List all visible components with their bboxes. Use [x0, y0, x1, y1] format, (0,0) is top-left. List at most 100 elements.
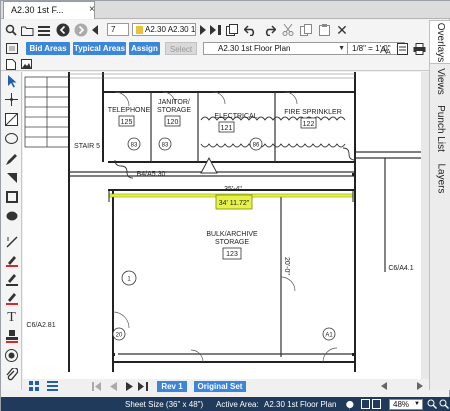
area-tool-icon[interactable]: [5, 42, 19, 55]
side-panel-tabs: Overlays Views Punch List Layers: [429, 20, 450, 390]
dimension-height: 20'-0": [283, 257, 290, 275]
room-name-janitor: JANITOR/: [158, 99, 190, 106]
typical-areas-button[interactable]: Typical Areas: [73, 42, 126, 55]
cut-icon[interactable]: [281, 23, 295, 37]
close-icon[interactable]: ✕: [335, 22, 349, 37]
last-page-nav-icon[interactable]: [137, 380, 149, 392]
room-number-janitor: 120: [167, 119, 179, 126]
document-icon[interactable]: [5, 58, 17, 70]
search-icon[interactable]: [4, 23, 18, 37]
target-icon[interactable]: [4, 348, 19, 363]
document-tab[interactable]: A2.30 1st F...: [3, 1, 95, 19]
ellipse-icon[interactable]: [4, 208, 19, 223]
rectangle-icon[interactable]: [4, 189, 19, 204]
redo-icon[interactable]: [262, 23, 276, 37]
fit-page-icon[interactable]: [361, 399, 383, 410]
room-number-bulk: 123: [226, 251, 238, 258]
stamp-icon[interactable]: [4, 329, 19, 344]
zoom-selector[interactable]: 48% ▼: [389, 399, 423, 410]
back-icon[interactable]: [55, 22, 70, 37]
door-tag-86: 86: [253, 143, 260, 149]
room-number-electrical: 121: [221, 125, 233, 132]
active-area-label: Active Area:: [216, 400, 259, 409]
room-name-bulk-archive: BULK/ARCHIVE: [206, 231, 258, 238]
pencil-icon[interactable]: [4, 151, 19, 166]
folder-open-icon[interactable]: [20, 23, 34, 37]
svg-text:A: A: [386, 49, 391, 55]
pages-icon[interactable]: [225, 23, 239, 37]
text-icon[interactable]: T: [4, 310, 19, 325]
room-name-telephone: TELEPHONE: [108, 107, 151, 114]
measurement-value: 34' 11.72": [219, 200, 250, 207]
tag-a1: A1: [325, 333, 333, 339]
attach-icon[interactable]: [4, 367, 19, 382]
status-bar: Sheet Size (36" x 48") Active Area: A2.3…: [1, 397, 450, 411]
first-page-icon[interactable]: [91, 380, 103, 392]
crop-icon[interactable]: [4, 112, 19, 127]
close-tab-icon[interactable]: ×: [89, 5, 98, 15]
document-tab-title: A2.30 1st F...: [11, 5, 64, 15]
chevron-down-icon: ▼: [414, 401, 420, 407]
sheet-selector[interactable]: A2.30 A2.30 1st f: [132, 23, 196, 36]
floor-plan-drawing: TELEPHONE 125 JANITOR/ STORAGE 120 ELECT…: [24, 72, 429, 372]
scroll-right-icon[interactable]: [415, 380, 425, 392]
tab-bar: A2.30 1st F... ×: [1, 1, 450, 19]
polygon-icon[interactable]: [4, 170, 19, 185]
grid-view-icon[interactable]: [27, 380, 41, 392]
room-name-electrical: ELECTRICAL: [214, 113, 257, 120]
pen-color-icon[interactable]: [4, 272, 19, 287]
prev-page-nav-icon[interactable]: [107, 380, 119, 392]
plan-selector[interactable]: A2.30 1st Floor Plan ▼: [203, 42, 348, 55]
dimension-width: 35'-4": [224, 186, 242, 193]
list-view-icon[interactable]: [45, 380, 59, 392]
drawing-canvas[interactable]: TELEPHONE 125 JANITOR/ STORAGE 120 ELECT…: [23, 72, 429, 379]
room-name-fire-sprinkler: FIRE SPRINKLER: [284, 109, 342, 116]
image-icon[interactable]: [20, 58, 32, 70]
door-tag-83b: 83: [162, 143, 169, 149]
assign-button[interactable]: Assign: [129, 42, 160, 55]
section-ref-b4: B4/A5.30: [137, 171, 166, 178]
areas-toolbar: Bid Areas Typical Areas Assign Select A2…: [1, 40, 429, 57]
door-tag-83a: 83: [131, 143, 138, 149]
original-set-button[interactable]: Original Set: [194, 381, 246, 392]
tab-views[interactable]: Views: [430, 64, 450, 98]
measure-icon[interactable]: [4, 234, 19, 249]
secondary-toolbar: [1, 57, 429, 71]
menu-icon[interactable]: [37, 23, 51, 37]
pointer-icon[interactable]: [4, 74, 19, 89]
active-area-value: A2.30 1st Floor Plan: [264, 400, 337, 409]
bid-areas-button[interactable]: Bid Areas: [26, 42, 70, 55]
vertical-scrollbar[interactable]: [421, 72, 429, 379]
print-icon[interactable]: [412, 42, 426, 55]
previous-page-icon[interactable]: [90, 23, 100, 37]
last-page-icon[interactable]: [209, 23, 223, 37]
tab-layers[interactable]: Layers: [430, 158, 450, 198]
tab-punch-list[interactable]: Punch List: [430, 98, 450, 158]
copy-icon[interactable]: [299, 23, 313, 37]
zoom-in-icon[interactable]: [427, 399, 437, 410]
pan-icon[interactable]: [4, 92, 19, 107]
revision-button[interactable]: Rev 1: [157, 381, 187, 392]
sheet-size-text: Sheet Size (36" x 48"): [125, 400, 204, 409]
line-color-icon[interactable]: [4, 291, 19, 306]
bookmark-icon[interactable]: [396, 42, 409, 55]
door-tag-20: 20: [116, 333, 123, 339]
section-ref-c6-a281: C6/A2.81: [26, 322, 55, 329]
undo-icon[interactable]: [243, 23, 257, 37]
circle-icon[interactable]: [4, 131, 19, 146]
map-pin-icon[interactable]: [346, 400, 356, 410]
highlighter-icon[interactable]: [4, 253, 19, 268]
select-button[interactable]: Select: [165, 42, 197, 55]
page-number-input[interactable]: 7: [107, 23, 129, 36]
room-name-bulk-storage: STORAGE: [215, 239, 249, 246]
next-page-nav-icon[interactable]: [123, 380, 135, 392]
paste-icon[interactable]: [317, 23, 331, 37]
zoom-out-icon[interactable]: [439, 399, 449, 410]
tab-overlays[interactable]: Overlays: [430, 20, 450, 64]
app-window: A2.30 1st F... × 7 A2.30 A2.30 1st f: [0, 0, 450, 411]
scroll-left-icon[interactable]: [379, 380, 389, 392]
forward-icon[interactable]: [73, 22, 88, 37]
next-page-icon[interactable]: [197, 23, 207, 37]
room-number-telephone: 125: [121, 119, 133, 126]
text-size-icon[interactable]: AA: [379, 42, 392, 55]
